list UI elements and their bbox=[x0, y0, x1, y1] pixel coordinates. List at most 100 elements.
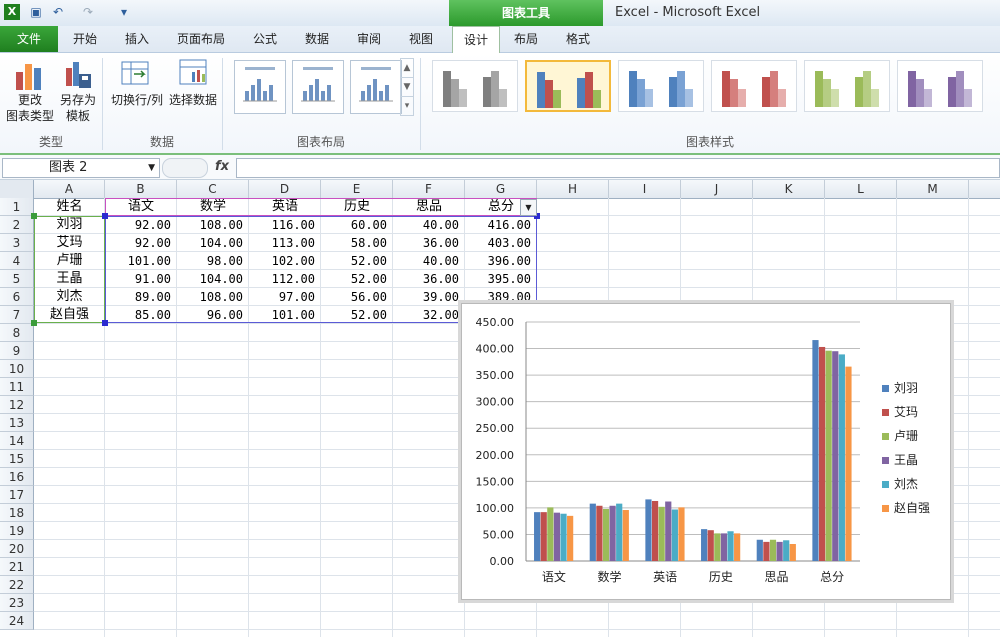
bar-刘杰-语文[interactable] bbox=[560, 513, 567, 561]
tab-review[interactable]: 审阅 bbox=[346, 26, 392, 52]
row-header-19[interactable]: 19 bbox=[0, 522, 34, 540]
chart-object[interactable]: 0.00 50.00 100.00 150.00 200.00 250.00 300.00 3… bbox=[461, 303, 951, 600]
bar-艾玛-语文[interactable] bbox=[540, 512, 547, 561]
range-handle[interactable] bbox=[102, 320, 108, 326]
bar-艾玛-思品[interactable] bbox=[763, 541, 770, 561]
layout-gallery-scroll-down[interactable]: ▼ bbox=[400, 77, 414, 97]
bar-卢珊-数学[interactable] bbox=[602, 508, 610, 561]
bar-刘羽-语文[interactable] bbox=[534, 512, 541, 561]
chart-style-option-3[interactable] bbox=[618, 60, 704, 112]
row-header-18[interactable]: 18 bbox=[0, 504, 34, 522]
column-header-E[interactable]: E bbox=[321, 180, 393, 198]
bar-刘杰-思品[interactable] bbox=[783, 540, 790, 561]
column-header-C[interactable]: C bbox=[177, 180, 249, 198]
bar-刘杰-数学[interactable] bbox=[616, 503, 623, 561]
formula-expand-handle[interactable] bbox=[162, 158, 208, 178]
switch-row-column-button[interactable]: 切换行/列 bbox=[106, 56, 164, 116]
row-header-21[interactable]: 21 bbox=[0, 558, 34, 576]
column-header-L[interactable]: L bbox=[825, 180, 897, 198]
row-header-20[interactable]: 20 bbox=[0, 540, 34, 558]
row-header-1[interactable]: 1 bbox=[0, 198, 34, 216]
bar-赵自强-数学[interactable] bbox=[622, 510, 629, 561]
select-all-corner[interactable] bbox=[0, 180, 34, 198]
bar-王晶-思品[interactable] bbox=[776, 541, 783, 561]
bar-刘杰-英语[interactable] bbox=[671, 509, 678, 561]
column-header-H[interactable]: H bbox=[537, 180, 609, 198]
row-header-15[interactable]: 15 bbox=[0, 450, 34, 468]
bar-刘羽-英语[interactable] bbox=[645, 499, 652, 561]
save-icon[interactable]: ▣ bbox=[28, 4, 44, 20]
bar-赵自强-总分[interactable] bbox=[845, 366, 852, 561]
tab-formulas[interactable]: 公式 bbox=[242, 26, 288, 52]
row-header-9[interactable]: 9 bbox=[0, 342, 34, 360]
row-header-11[interactable]: 11 bbox=[0, 378, 34, 396]
bar-卢珊-历史[interactable] bbox=[714, 533, 721, 561]
bar-赵自强-历史[interactable] bbox=[734, 533, 741, 561]
range-handle[interactable] bbox=[31, 213, 37, 219]
excel-logo-icon[interactable]: X bbox=[4, 4, 20, 20]
tab-file[interactable]: 文件 bbox=[0, 26, 58, 52]
row-header-24[interactable]: 24 bbox=[0, 612, 34, 630]
change-chart-type-button[interactable]: 更改 图表类型 bbox=[4, 56, 56, 128]
bar-王晶-总分[interactable] bbox=[832, 351, 839, 561]
tab-insert[interactable]: 插入 bbox=[114, 26, 160, 52]
insert-function-icon[interactable]: fx bbox=[210, 156, 234, 178]
bar-王晶-历史[interactable] bbox=[720, 533, 728, 561]
tab-layout[interactable]: 布局 bbox=[503, 26, 549, 52]
bar-刘羽-思品[interactable] bbox=[756, 539, 763, 561]
chart-style-option-6[interactable] bbox=[897, 60, 983, 112]
bar-刘杰-历史[interactable] bbox=[727, 531, 734, 561]
tab-design[interactable]: 设计 bbox=[452, 26, 500, 54]
tab-data[interactable]: 数据 bbox=[294, 26, 340, 52]
row-header-10[interactable]: 10 bbox=[0, 360, 34, 378]
row-header-2[interactable]: 2 bbox=[0, 216, 34, 234]
column-header-A[interactable]: A bbox=[34, 180, 105, 198]
row-header-8[interactable]: 8 bbox=[0, 324, 34, 342]
chart-layout-option-3[interactable] bbox=[350, 60, 402, 114]
column-header-M[interactable]: M bbox=[897, 180, 969, 198]
chevron-down-icon[interactable]: ▼ bbox=[148, 159, 155, 177]
tab-format[interactable]: 格式 bbox=[555, 26, 601, 52]
column-header-K[interactable]: K bbox=[753, 180, 825, 198]
save-as-template-button[interactable]: 另存为 模板 bbox=[56, 56, 100, 128]
tab-page-layout[interactable]: 页面布局 bbox=[170, 26, 232, 52]
bar-刘羽-总分[interactable] bbox=[812, 340, 819, 561]
redo-icon[interactable]: ↷ bbox=[80, 4, 96, 20]
row-header-3[interactable]: 3 bbox=[0, 234, 34, 252]
undo-icon[interactable]: ↶ bbox=[50, 4, 66, 20]
bar-卢珊-思品[interactable] bbox=[769, 539, 777, 561]
bar-艾玛-总分[interactable] bbox=[818, 346, 826, 561]
range-handle[interactable] bbox=[102, 213, 108, 219]
row-header-4[interactable]: 4 bbox=[0, 252, 34, 270]
name-box[interactable]: 图表 2 ▼ bbox=[2, 158, 160, 178]
column-header-B[interactable]: B bbox=[105, 180, 177, 198]
layout-gallery-more[interactable]: ▾ bbox=[400, 96, 414, 116]
row-header-16[interactable]: 16 bbox=[0, 468, 34, 486]
bar-王晶-英语[interactable] bbox=[665, 501, 672, 561]
bar-艾玛-数学[interactable] bbox=[596, 505, 603, 561]
layout-gallery-scroll-up[interactable]: ▲ bbox=[400, 58, 414, 78]
range-handle[interactable] bbox=[31, 320, 37, 326]
header-cell[interactable]: 姓名 bbox=[34, 198, 105, 216]
chart-style-option-1[interactable] bbox=[432, 60, 518, 112]
row-header-12[interactable]: 12 bbox=[0, 396, 34, 414]
select-data-button[interactable]: 选择数据 bbox=[166, 56, 220, 116]
row-header-6[interactable]: 6 bbox=[0, 288, 34, 306]
column-header-J[interactable]: J bbox=[681, 180, 753, 198]
column-header-I[interactable]: I bbox=[609, 180, 681, 198]
formula-input[interactable] bbox=[236, 158, 1000, 178]
row-header-5[interactable]: 5 bbox=[0, 270, 34, 288]
autofilter-dropdown-icon[interactable]: ▼ bbox=[520, 199, 537, 216]
bar-刘羽-历史[interactable] bbox=[701, 529, 708, 561]
chart-style-option-4[interactable] bbox=[711, 60, 797, 112]
bar-刘杰-总分[interactable] bbox=[838, 354, 845, 561]
bar-赵自强-思品[interactable] bbox=[789, 544, 796, 561]
bar-刘羽-数学[interactable] bbox=[589, 503, 596, 561]
bar-艾玛-英语[interactable] bbox=[651, 500, 659, 561]
bar-卢珊-总分[interactable] bbox=[825, 350, 832, 561]
row-header-17[interactable]: 17 bbox=[0, 486, 34, 504]
tab-home[interactable]: 开始 bbox=[62, 26, 108, 52]
row-header-14[interactable]: 14 bbox=[0, 432, 34, 450]
chart-style-option-5[interactable] bbox=[804, 60, 890, 112]
row-header-23[interactable]: 23 bbox=[0, 594, 34, 612]
